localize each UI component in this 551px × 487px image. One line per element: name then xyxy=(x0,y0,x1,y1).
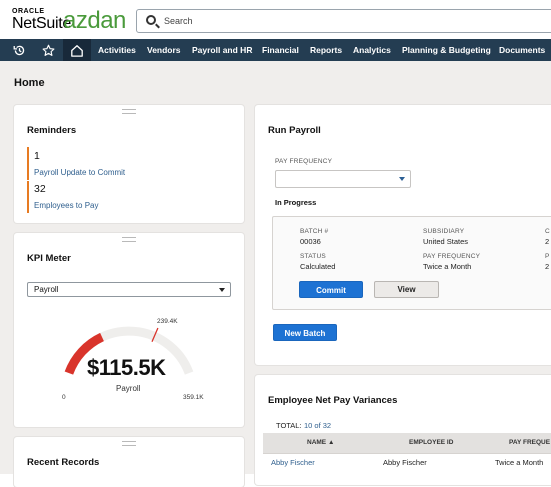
reminder-count[interactable]: 1 xyxy=(34,150,40,162)
subsidiary-label: SUBSIDIARY xyxy=(423,228,465,235)
table-cell-pay-frequency: Twice a Month xyxy=(495,458,544,467)
search-icon xyxy=(146,15,156,25)
in-progress-heading: In Progress xyxy=(275,198,317,207)
column-header-pay-frequency[interactable]: PAY FREQUE xyxy=(509,439,550,446)
total-count-link[interactable]: 10 of 32 xyxy=(304,421,331,430)
drag-handle-icon[interactable] xyxy=(122,109,136,114)
kpi-value-label: Payroll xyxy=(116,384,141,393)
new-batch-button[interactable]: New Batch xyxy=(273,324,337,341)
gauge-target-label: 239.4K xyxy=(157,318,178,325)
nav-documents[interactable]: Documents xyxy=(499,39,545,61)
star-icon-graphic xyxy=(42,44,54,56)
nav-planning-budgeting[interactable]: Planning & Budgeting xyxy=(402,39,491,61)
page-title: Home xyxy=(14,77,45,89)
gauge-min-label: 0 xyxy=(62,394,66,401)
history-icon-graphic xyxy=(13,45,24,55)
reminder-accent-bar xyxy=(27,181,29,213)
chevron-down-icon xyxy=(399,177,405,181)
net-pay-variances-card xyxy=(255,375,551,485)
batch-col3-value: 2 xyxy=(545,237,550,246)
history-icon[interactable] xyxy=(6,39,32,61)
kpi-select[interactable]: Payroll xyxy=(27,282,231,297)
top-header: ORACLE NetSuite azdan xyxy=(0,0,551,39)
pay-frequency-label: PAY FREQUENCY xyxy=(275,158,333,165)
run-payroll-title: Run Payroll xyxy=(268,125,321,136)
nav-financial[interactable]: Financial xyxy=(262,39,299,61)
batch-pay-frequency-value: Twice a Month xyxy=(423,262,472,271)
total-label: TOTAL: xyxy=(276,421,302,430)
drag-handle-icon[interactable] xyxy=(122,237,136,242)
batch-col3b-value: 2 xyxy=(545,262,550,271)
search-input[interactable] xyxy=(164,13,544,29)
table-cell-employee-id: Abby Fischer xyxy=(383,458,427,467)
batch-pay-frequency-label: PAY FREQUENCY xyxy=(423,253,481,260)
kpi-select-value: Payroll xyxy=(34,285,59,294)
recent-records-title: Recent Records xyxy=(27,457,100,468)
column-header-name[interactable]: NAME ▲ xyxy=(307,439,334,446)
nav-analytics[interactable]: Analytics xyxy=(353,39,391,61)
table-cell-name-link[interactable]: Abby Fischer xyxy=(271,458,315,467)
nav-reports[interactable]: Reports xyxy=(310,39,342,61)
reminders-title: Reminders xyxy=(27,125,77,136)
kpi-meter-title: KPI Meter xyxy=(27,253,71,264)
pay-frequency-select[interactable] xyxy=(275,170,411,188)
view-button[interactable]: View xyxy=(374,281,439,298)
kpi-value: $115.5K xyxy=(87,355,166,380)
batch-col3-label: C xyxy=(545,228,550,235)
global-search[interactable] xyxy=(136,9,551,33)
nav-activities[interactable]: Activities xyxy=(98,39,136,61)
column-header-employee-id[interactable]: EMPLOYEE ID xyxy=(409,439,453,446)
net-pay-variances-title: Employee Net Pay Variances xyxy=(268,395,398,406)
batch-number-value: 00036 xyxy=(300,237,321,246)
drag-handle-icon[interactable] xyxy=(122,441,136,446)
nav-vendors[interactable]: Vendors xyxy=(147,39,181,61)
main-nav: Activities Vendors Payroll and HR Financ… xyxy=(0,39,551,61)
home-icon-graphic xyxy=(71,44,83,57)
reminder-count[interactable]: 32 xyxy=(34,183,46,195)
oracle-wordmark: ORACLE xyxy=(12,8,45,15)
batch-number-label: BATCH # xyxy=(300,228,329,235)
reminder-accent-bar xyxy=(27,147,29,180)
status-label: STATUS xyxy=(300,253,326,260)
company-logo-text: azdan xyxy=(63,7,126,34)
chevron-down-icon xyxy=(219,288,225,292)
gauge-max-label: 359.1K xyxy=(183,394,204,401)
status-value: Calculated xyxy=(300,262,336,271)
reminder-link-payroll-update[interactable]: Payroll Update to Commit xyxy=(34,168,125,177)
subsidiary-value: United States xyxy=(423,237,469,246)
home-icon[interactable] xyxy=(63,39,91,61)
nav-payroll-hr[interactable]: Payroll and HR xyxy=(192,39,252,61)
commit-button[interactable]: Commit xyxy=(299,281,363,298)
table-row-divider xyxy=(263,453,551,454)
reminder-link-employees-to-pay[interactable]: Employees to Pay xyxy=(34,201,98,210)
batch-col3b-label: P xyxy=(545,253,550,260)
star-icon[interactable] xyxy=(35,39,61,61)
